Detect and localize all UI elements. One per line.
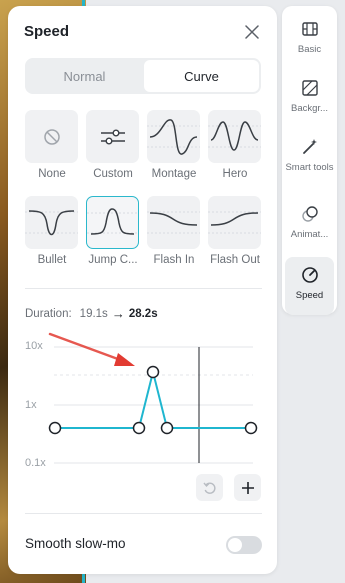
toggle-knob bbox=[228, 538, 242, 552]
add-point-button[interactable] bbox=[234, 474, 261, 501]
plus-icon bbox=[241, 481, 254, 494]
magic-wand-icon bbox=[302, 139, 317, 154]
curve-point[interactable] bbox=[244, 421, 258, 435]
speedometer-icon bbox=[301, 267, 318, 283]
curve-point[interactable] bbox=[48, 421, 62, 435]
sidebar-item-smart-tools[interactable]: Smart tools bbox=[285, 129, 334, 195]
film-icon bbox=[301, 22, 318, 36]
curve-point[interactable] bbox=[132, 421, 146, 435]
sidebar-item-basic[interactable]: Basic bbox=[285, 11, 334, 69]
sidebar-item-background[interactable]: Backgr... bbox=[285, 70, 334, 128]
smooth-slowmo-label: Smooth slow-mo bbox=[25, 536, 126, 551]
sidebar-item-speed[interactable]: Speed bbox=[285, 257, 334, 315]
animation-icon bbox=[301, 206, 318, 222]
speed-curve-graph[interactable] bbox=[8, 6, 277, 486]
curve-point[interactable] bbox=[160, 421, 174, 435]
divider bbox=[25, 513, 262, 514]
sidebar-item-animation[interactable]: Animat... bbox=[285, 196, 334, 254]
annotation-arrow bbox=[48, 332, 135, 366]
undo-icon bbox=[202, 482, 216, 494]
smooth-slowmo-toggle[interactable] bbox=[226, 536, 262, 554]
speed-curve-line bbox=[55, 371, 251, 429]
speed-panel: Speed Normal Curve None Custom Montage H… bbox=[8, 6, 277, 574]
background-icon bbox=[301, 80, 318, 96]
right-sidebar: Basic Backgr... Smart tools Animat... Sp… bbox=[282, 6, 337, 315]
undo-button[interactable] bbox=[196, 474, 223, 501]
curve-point[interactable] bbox=[146, 365, 160, 379]
